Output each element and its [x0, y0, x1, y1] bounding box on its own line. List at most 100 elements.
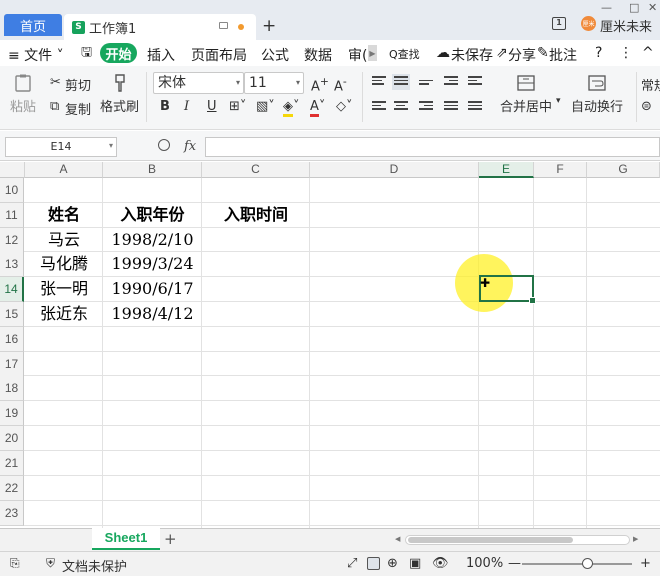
align-middle-icon[interactable] [392, 74, 410, 90]
fill-pattern-icon[interactable]: ▧˅ [256, 99, 275, 114]
zoom-icon[interactable] [158, 139, 170, 151]
column-header-a[interactable]: A [25, 162, 103, 178]
cell-b13[interactable]: 1999/3/24 [103, 252, 202, 276]
select-all-corner[interactable] [0, 162, 25, 178]
justify-icon[interactable] [444, 101, 458, 113]
cut-button[interactable]: 剪切 [65, 75, 91, 94]
font-size-select[interactable]: 11 ▾ [244, 72, 304, 94]
currency-icon[interactable]: ⊜ [641, 99, 652, 114]
tab-page-layout[interactable]: 页面布局 [191, 45, 247, 65]
row-header-21[interactable]: 21 [0, 451, 24, 476]
row-header-10[interactable]: 10 [0, 178, 24, 203]
macro-icon[interactable]: ⎘ [10, 556, 20, 571]
row-header-20[interactable]: 20 [0, 426, 24, 451]
align-right-icon[interactable] [419, 101, 433, 113]
indent-decrease-icon[interactable] [444, 76, 458, 88]
cell-a12[interactable]: 马云 [25, 228, 103, 252]
column-header-c[interactable]: C [202, 162, 310, 178]
collapse-ribbon-button[interactable]: ^ [642, 45, 654, 61]
row-header-14[interactable]: 14 [0, 277, 24, 302]
cell-a13[interactable]: 马化腾 [25, 252, 103, 276]
cell-a14[interactable]: 张一明 [25, 277, 103, 301]
bold-button[interactable]: B [160, 99, 170, 114]
workbook-tab[interactable]: S 工作簿1 [64, 14, 256, 40]
align-left-icon[interactable] [372, 101, 386, 113]
minimize-icon[interactable]: — [601, 1, 612, 14]
column-header-g[interactable]: G [587, 162, 660, 178]
column-header-b[interactable]: B [103, 162, 202, 178]
align-bottom-icon[interactable] [419, 76, 433, 88]
search-button[interactable]: Q查找 [389, 46, 420, 62]
share-button[interactable]: 分享 [508, 45, 536, 65]
zoom-slider-handle[interactable] [582, 558, 593, 569]
tab-data[interactable]: 数据 [304, 45, 332, 65]
row-header-18[interactable]: 18 [0, 376, 24, 401]
row-header-13[interactable]: 13 [0, 252, 24, 277]
layout-switch-icon[interactable]: 1 [552, 17, 566, 30]
username[interactable]: 厘米未来 [600, 16, 652, 35]
row-header-23[interactable]: 23 [0, 501, 24, 526]
zoom-in-button[interactable]: + [640, 556, 651, 571]
tab-formulas[interactable]: 公式 [261, 45, 289, 65]
cell-c11[interactable]: 入职时间 [202, 203, 310, 227]
comments-button[interactable]: 批注 [549, 45, 577, 65]
cell-b11[interactable]: 入职年份 [103, 203, 202, 227]
zoom-level[interactable]: 100% [466, 556, 503, 571]
doc-protect-status[interactable]: 文档未保护 [62, 556, 127, 575]
row-header-11[interactable]: 11 [0, 203, 24, 228]
column-header-d[interactable]: D [310, 162, 479, 178]
zoom-slider[interactable] [522, 563, 632, 565]
help-button[interactable]: ? [595, 45, 602, 61]
underline-button[interactable]: U [207, 99, 217, 114]
row-header-16[interactable]: 16 [0, 327, 24, 352]
fill-color-icon[interactable]: ◈˅ [283, 99, 300, 117]
chevron-down-icon[interactable]: ▾ [556, 96, 561, 106]
new-tab-button[interactable]: + [262, 16, 276, 36]
format-painter-button[interactable]: 格式刷 [100, 74, 139, 115]
menu-scroll-right-icon[interactable]: ▶ [368, 45, 377, 61]
formula-input[interactable] [205, 137, 660, 157]
align-center-icon[interactable] [394, 101, 408, 113]
row-header-19[interactable]: 19 [0, 401, 24, 426]
row-header-15[interactable]: 15 [0, 302, 24, 327]
name-box[interactable]: E14 ▾ [5, 137, 117, 157]
fullscreen-icon[interactable]: ⤢ [347, 556, 357, 571]
horizontal-scrollbar[interactable] [405, 535, 630, 545]
eye-protection-icon[interactable]: 👁 [432, 556, 449, 571]
home-tab[interactable]: 首页 [4, 14, 62, 36]
row-header-17[interactable]: 17 [0, 352, 24, 377]
spreadsheet-grid[interactable]: A B C D E F G 10 11 12 13 14 15 16 17 18… [0, 162, 660, 528]
font-color-icon[interactable]: A˅ [310, 99, 325, 117]
decrease-font-icon[interactable]: A- [334, 75, 347, 94]
clear-format-icon[interactable]: ◇˅ [336, 99, 353, 114]
monitor-icon[interactable] [219, 22, 228, 29]
cell-a11[interactable]: 姓名 [25, 203, 103, 227]
font-name-select[interactable]: 宋体 ▾ [153, 72, 244, 94]
scroll-right-icon[interactable]: ▶ [633, 535, 638, 543]
more-button[interactable]: ⋮ [619, 45, 633, 61]
file-menu[interactable]: ≡ 文件 ˅ [8, 45, 64, 65]
scrollbar-thumb[interactable] [408, 537, 573, 543]
number-format-select[interactable]: 常规 [641, 75, 660, 94]
page-layout-view-icon[interactable]: ▣ [409, 556, 421, 571]
save-icon[interactable]: 🖫 [81, 43, 92, 65]
close-icon[interactable]: ✕ [648, 1, 657, 14]
column-header-f[interactable]: F [534, 162, 587, 178]
row-header-12[interactable]: 12 [0, 228, 24, 253]
merge-center-button[interactable]: 合并居中 [500, 74, 552, 115]
cell-a15[interactable]: 张近东 [25, 302, 103, 326]
zoom-out-button[interactable]: — [508, 556, 521, 571]
indent-increase-icon[interactable] [468, 76, 482, 88]
avatar[interactable]: 厘米 [581, 16, 596, 31]
paste-button[interactable]: 粘贴 [10, 74, 36, 115]
scroll-left-icon[interactable]: ◀ [395, 535, 400, 543]
border-icon[interactable]: ⊞˅ [229, 99, 246, 114]
copy-button[interactable]: 复制 [65, 99, 91, 118]
tab-start[interactable]: 开始 [100, 43, 137, 63]
italic-button[interactable]: I [184, 99, 189, 114]
increase-font-icon[interactable]: A+ [311, 75, 329, 94]
tab-insert[interactable]: 插入 [147, 45, 175, 65]
unsaved-label[interactable]: 未保存 [451, 45, 493, 65]
wrap-text-button[interactable]: 自动换行 [571, 74, 623, 115]
add-sheet-button[interactable]: + [164, 530, 177, 548]
